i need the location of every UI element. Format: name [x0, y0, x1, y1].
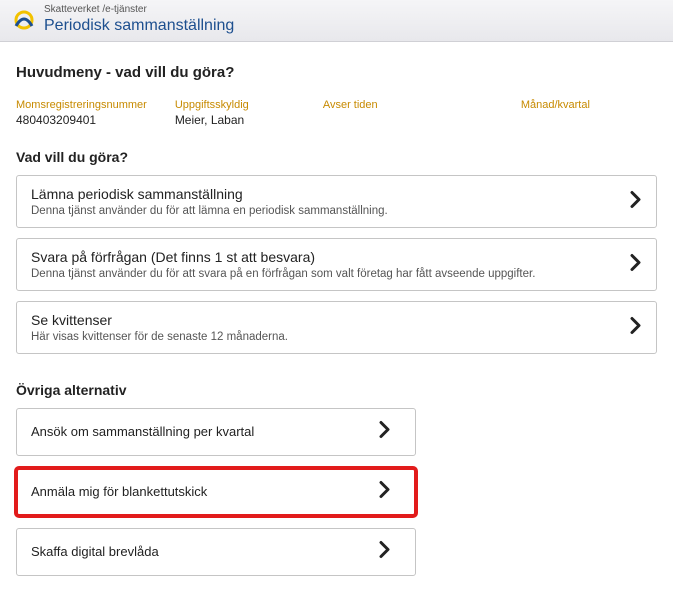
app-header: Skatteverket /e-tjänster Periodisk samma…	[0, 0, 673, 42]
card-desc: Denna tjänst använder du för att svara p…	[31, 268, 642, 280]
card-se-kvittenser[interactable]: Se kvittenser Här visas kvittenser för d…	[16, 301, 657, 354]
chevron-right-icon	[379, 541, 391, 564]
card-title: Anmäla mig för blankettutskick	[31, 484, 207, 499]
info-month-label: Månad/kvartal	[521, 99, 641, 111]
info-reporter-value: Meier, Laban	[175, 113, 295, 127]
info-vat: Momsregistreringsnummer 480403209401	[16, 99, 147, 127]
card-title: Lämna periodisk sammanställning	[31, 186, 642, 202]
info-reporter: Uppgiftsskyldig Meier, Laban	[175, 99, 295, 127]
header-breadcrumb: Skatteverket /e-tjänster	[44, 4, 234, 16]
card-ansok-kvartal[interactable]: Ansök om sammanställning per kvartal	[16, 408, 416, 456]
info-reporter-label: Uppgiftsskyldig	[175, 99, 295, 111]
info-vat-label: Momsregistreringsnummer	[16, 99, 147, 111]
card-anmala-blankettutskick[interactable]: Anmäla mig för blankettutskick	[16, 468, 416, 516]
card-title: Svara på förfrågan (Det finns 1 st att b…	[31, 249, 642, 265]
card-lamna-sammanstallning[interactable]: Lämna periodisk sammanställning Denna tj…	[16, 175, 657, 228]
skatteverket-logo-icon	[10, 6, 38, 34]
card-title: Se kvittenser	[31, 312, 642, 328]
card-title: Skaffa digital brevlåda	[31, 544, 159, 559]
card-desc: Här visas kvittenser för de senaste 12 m…	[31, 331, 642, 343]
chevron-right-icon	[379, 421, 391, 444]
section-other-title: Övriga alternativ	[16, 382, 657, 398]
card-title: Ansök om sammanställning per kvartal	[31, 424, 254, 439]
chevron-right-icon	[630, 253, 642, 276]
chevron-right-icon	[379, 481, 391, 504]
section-what-title: Vad vill du göra?	[16, 149, 657, 165]
card-desc: Denna tjänst använder du för att lämna e…	[31, 205, 642, 217]
page-title: Huvudmeny - vad vill du göra?	[16, 64, 657, 81]
info-row: Momsregistreringsnummer 480403209401 Upp…	[16, 99, 657, 127]
chevron-right-icon	[630, 190, 642, 213]
header-title: Periodisk sammanställning	[44, 16, 234, 35]
chevron-right-icon	[630, 316, 642, 339]
info-vat-value: 480403209401	[16, 113, 147, 127]
info-month: Månad/kvartal	[521, 99, 641, 127]
card-skaffa-brevlada[interactable]: Skaffa digital brevlåda	[16, 528, 416, 576]
info-period-label: Avser tiden	[323, 99, 493, 111]
card-svara-forfragan[interactable]: Svara på förfrågan (Det finns 1 st att b…	[16, 238, 657, 291]
info-period: Avser tiden	[323, 99, 493, 127]
